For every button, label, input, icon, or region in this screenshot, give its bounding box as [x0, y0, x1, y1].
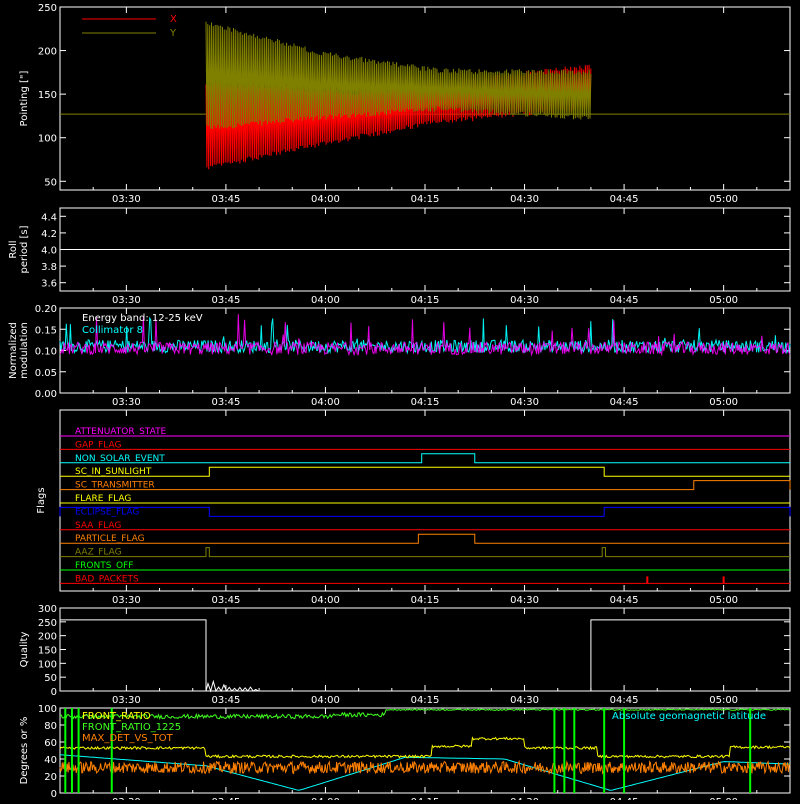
roll-ytick-label: 4.0 [41, 246, 57, 257]
legend-y-label: Y [169, 28, 177, 39]
pointing-ytick-label: 100 [38, 134, 57, 145]
quality-xtick-label: 04:45 [610, 695, 639, 706]
flags-xtick-label: 04:45 [610, 595, 639, 606]
modulation-ylabel: Normalized [8, 322, 19, 379]
mod-ytick-label: 0.00 [35, 389, 57, 400]
quicklook-plot-canvas: 03:30 03:45 04:00 04:15 04:30 04:45 05:00 50 100… [0, 0, 800, 804]
roll-ylabel: period [s] [19, 225, 30, 273]
flags-xtick-label: 03:45 [211, 595, 240, 606]
mod-ytick-label: 0.15 [35, 325, 57, 336]
quality-ytick-label: 300 [38, 604, 57, 615]
mod-xtick-label: 04:30 [510, 397, 539, 408]
mod-xtick-label: 03:30 [112, 397, 141, 408]
quality-ytick-label: 150 [38, 646, 57, 657]
mod-ytick-label: 0.20 [35, 304, 57, 315]
pos-ytick-label: 0 [51, 789, 57, 800]
pointing-ytick-label: 250 [38, 3, 57, 14]
flags-xtick-label: 03:30 [112, 595, 141, 606]
pointing-xtick-label: 03:45 [211, 194, 240, 205]
mod-xtick-label: 05:00 [709, 397, 738, 408]
quicklook-figure: 03:30 03:45 04:00 04:15 04:30 04:45 05:00 50 100… [0, 0, 800, 804]
roll-xtick-label: 04:00 [311, 295, 340, 306]
pos-ytick-label: 60 [44, 738, 57, 749]
flags-ylabel: Flags [36, 487, 47, 513]
mod-xtick-label: 04:00 [311, 397, 340, 408]
legend-max-det: MAX_DET_VS_TOT [82, 733, 174, 744]
quality-xtick-label: 04:00 [311, 695, 340, 706]
roll-xtick-label: 03:30 [112, 295, 141, 306]
modulation-collimator-label: Collimator 8 [82, 325, 143, 336]
pointing-ylabel: Pointing ["] [19, 70, 30, 126]
quality-xtick-label: 05:00 [709, 695, 738, 706]
quality-xtick-label: 03:30 [112, 695, 141, 706]
mod-xtick-label: 04:15 [411, 397, 440, 408]
pos-ytick-label: 80 [44, 721, 57, 732]
flag-label: ECLIPSE_FLAG [75, 507, 139, 517]
position-ylabel: Degrees or % [19, 717, 30, 785]
roll-xtick-label: 04:15 [411, 295, 440, 306]
flags-xtick-label: 05:00 [709, 595, 738, 606]
roll-ylabel: Roll [8, 240, 19, 258]
pointing-xtick-label: 04:15 [411, 194, 440, 205]
pos-ytick-label: 20 [44, 772, 57, 783]
quality-ytick-label: 200 [38, 632, 57, 643]
pointing-ytick-label: 150 [38, 90, 57, 101]
flags-xtick-label: 04:15 [411, 595, 440, 606]
quality-xtick-label: 04:15 [411, 695, 440, 706]
pointing-xtick-label: 03:30 [112, 194, 141, 205]
roll-xtick-label: 04:30 [510, 295, 539, 306]
quality-ytick-label: 100 [38, 659, 57, 670]
pointing-xtick-label: 04:00 [311, 194, 340, 205]
quality-ytick-label: 250 [38, 618, 57, 629]
pointing-xtick-label: 04:30 [510, 194, 539, 205]
quality-xtick-label: 04:30 [510, 695, 539, 706]
roll-ytick-label: 4.2 [41, 229, 57, 240]
pointing-xtick-label: 04:45 [610, 194, 639, 205]
legend-front-ratio: FRONT_RATIO [82, 711, 151, 722]
mod-ytick-label: 0.05 [35, 368, 57, 379]
roll-xtick-label: 05:00 [709, 295, 738, 306]
flags-xtick-label: 04:00 [311, 595, 340, 606]
roll-xtick-label: 03:45 [211, 295, 240, 306]
pos-ytick-label: 100 [38, 704, 57, 715]
legend-front-ratio-1225: FRONT_RATIO_1225 [82, 722, 181, 733]
flags-xtick-label: 04:30 [510, 595, 539, 606]
roll-ytick-label: 3.6 [41, 279, 57, 290]
quality-ytick-label: 50 [44, 673, 57, 684]
roll-ytick-label: 3.8 [41, 262, 57, 273]
roll-xtick-label: 04:45 [610, 295, 639, 306]
pointing-ytick-label: 50 [44, 177, 57, 188]
pos-ytick-label: 40 [44, 755, 57, 766]
modulation-ylabel: modulation [19, 322, 30, 379]
legend-latitude: Absolute geomagnetic latitude [612, 711, 766, 722]
mod-xtick-label: 04:45 [610, 397, 639, 408]
mod-ytick-label: 0.10 [35, 347, 57, 358]
pointing-xtick-label: 05:00 [709, 194, 738, 205]
roll-ytick-label: 4.4 [41, 212, 57, 223]
modulation-energy-label: Energy band: 12-25 keV [82, 313, 203, 324]
quality-ytick-label: 0 [51, 687, 57, 698]
legend-x-label: X [170, 14, 177, 25]
quality-xtick-label: 03:45 [211, 695, 240, 706]
mod-xtick-label: 03:45 [211, 397, 240, 408]
pointing-ytick-label: 200 [38, 47, 57, 58]
quality-ylabel: Quality [19, 632, 30, 668]
